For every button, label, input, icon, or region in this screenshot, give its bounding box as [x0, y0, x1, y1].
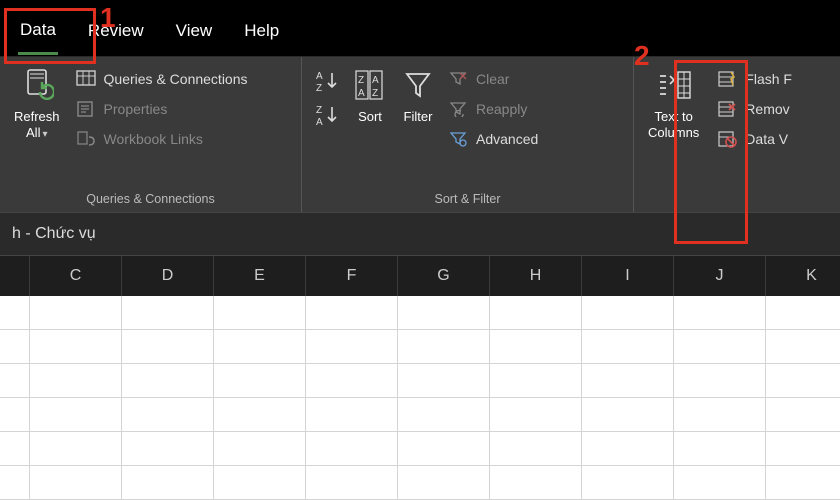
refresh-label-2: All: [26, 125, 40, 140]
ttc-label-2: Columns: [648, 125, 699, 141]
ttc-label-1: Text to: [655, 109, 693, 125]
funnel-icon: [400, 67, 436, 103]
colhdr-k[interactable]: K: [766, 256, 840, 296]
svg-text:A: A: [316, 71, 323, 82]
clear-filter-button[interactable]: Clear: [442, 65, 544, 93]
colhdr-c[interactable]: C: [30, 256, 122, 296]
advanced-label: Advanced: [476, 131, 538, 147]
queries-label: Queries & Connections: [104, 71, 248, 87]
refresh-icon: [19, 67, 55, 103]
group-label-queries: Queries & Connections: [8, 188, 293, 208]
sheet-grid[interactable]: [0, 296, 840, 500]
svg-text:A: A: [316, 117, 323, 127]
advanced-filter-button[interactable]: Advanced: [442, 125, 544, 153]
remove-duplicates-icon: [717, 99, 737, 119]
reapply-label: Reapply: [476, 101, 527, 117]
formula-bar[interactable]: h - Chức vụ: [0, 212, 840, 256]
flash-label: Flash F: [745, 71, 792, 87]
ribbon-tabstrip: Data Review View Help: [0, 0, 840, 56]
colhdr-j[interactable]: J: [674, 256, 766, 296]
colhdr-e[interactable]: E: [214, 256, 306, 296]
sort-asc-icon[interactable]: AZ: [314, 69, 342, 93]
properties-icon: [76, 99, 96, 119]
sort-desc-icon[interactable]: ZA: [314, 103, 342, 127]
flash-fill-icon: [717, 69, 737, 89]
svg-text:A: A: [358, 88, 365, 99]
filter-button[interactable]: Filter: [394, 63, 442, 129]
tab-view[interactable]: View: [174, 15, 215, 53]
group-label-sortfilter: Sort & Filter: [310, 188, 625, 208]
properties-button[interactable]: Properties: [70, 95, 254, 123]
refresh-label-1: Refresh: [14, 109, 60, 125]
svg-text:Z: Z: [358, 75, 364, 86]
advanced-funnel-icon: [448, 129, 468, 149]
reapply-button[interactable]: Reapply: [442, 95, 544, 123]
tab-help[interactable]: Help: [242, 15, 281, 53]
remove-label: Remov: [745, 101, 789, 117]
sort-button[interactable]: ZAAZ Sort: [346, 63, 394, 129]
flash-fill-button[interactable]: Flash F: [711, 65, 798, 93]
link-icon: [76, 129, 96, 149]
text-to-columns-icon: [656, 67, 692, 103]
column-header-row: C D E F G H I J K: [0, 256, 840, 296]
tab-data[interactable]: Data: [18, 14, 58, 55]
colhdr-d[interactable]: D: [122, 256, 214, 296]
workbook-links-label: Workbook Links: [104, 131, 203, 147]
sort-dialog-icon: ZAAZ: [352, 67, 388, 103]
ribbon: Refresh All▾ Queries & Connections Prope…: [0, 56, 840, 212]
text-to-columns-button[interactable]: Text to Columns: [642, 63, 705, 144]
remove-duplicates-button[interactable]: Remov: [711, 95, 798, 123]
queries-connections-button[interactable]: Queries & Connections: [70, 65, 254, 93]
colhdr-g[interactable]: G: [398, 256, 490, 296]
workbook-links-button[interactable]: Workbook Links: [70, 125, 254, 153]
clear-funnel-icon: [448, 69, 468, 89]
rowhdr-spacer: [0, 256, 30, 296]
svg-text:Z: Z: [316, 105, 322, 116]
filter-label: Filter: [404, 109, 433, 125]
chevron-down-icon: ▾: [42, 129, 47, 140]
properties-label: Properties: [104, 101, 168, 117]
colhdr-h[interactable]: H: [490, 256, 582, 296]
group-label-datatools: [642, 188, 832, 208]
sort-label: Sort: [358, 109, 382, 125]
colhdr-i[interactable]: I: [582, 256, 674, 296]
data-validation-button[interactable]: Data V: [711, 125, 798, 153]
datavalidation-label: Data V: [745, 131, 788, 147]
data-validation-icon: [717, 129, 737, 149]
tab-review[interactable]: Review: [86, 15, 146, 53]
svg-text:Z: Z: [372, 88, 378, 99]
table-icon: [76, 69, 96, 89]
colhdr-f[interactable]: F: [306, 256, 398, 296]
clear-label: Clear: [476, 71, 509, 87]
reapply-icon: [448, 99, 468, 119]
svg-text:Z: Z: [316, 83, 322, 93]
refresh-all-button[interactable]: Refresh All▾: [8, 63, 66, 145]
svg-text:A: A: [372, 75, 379, 86]
